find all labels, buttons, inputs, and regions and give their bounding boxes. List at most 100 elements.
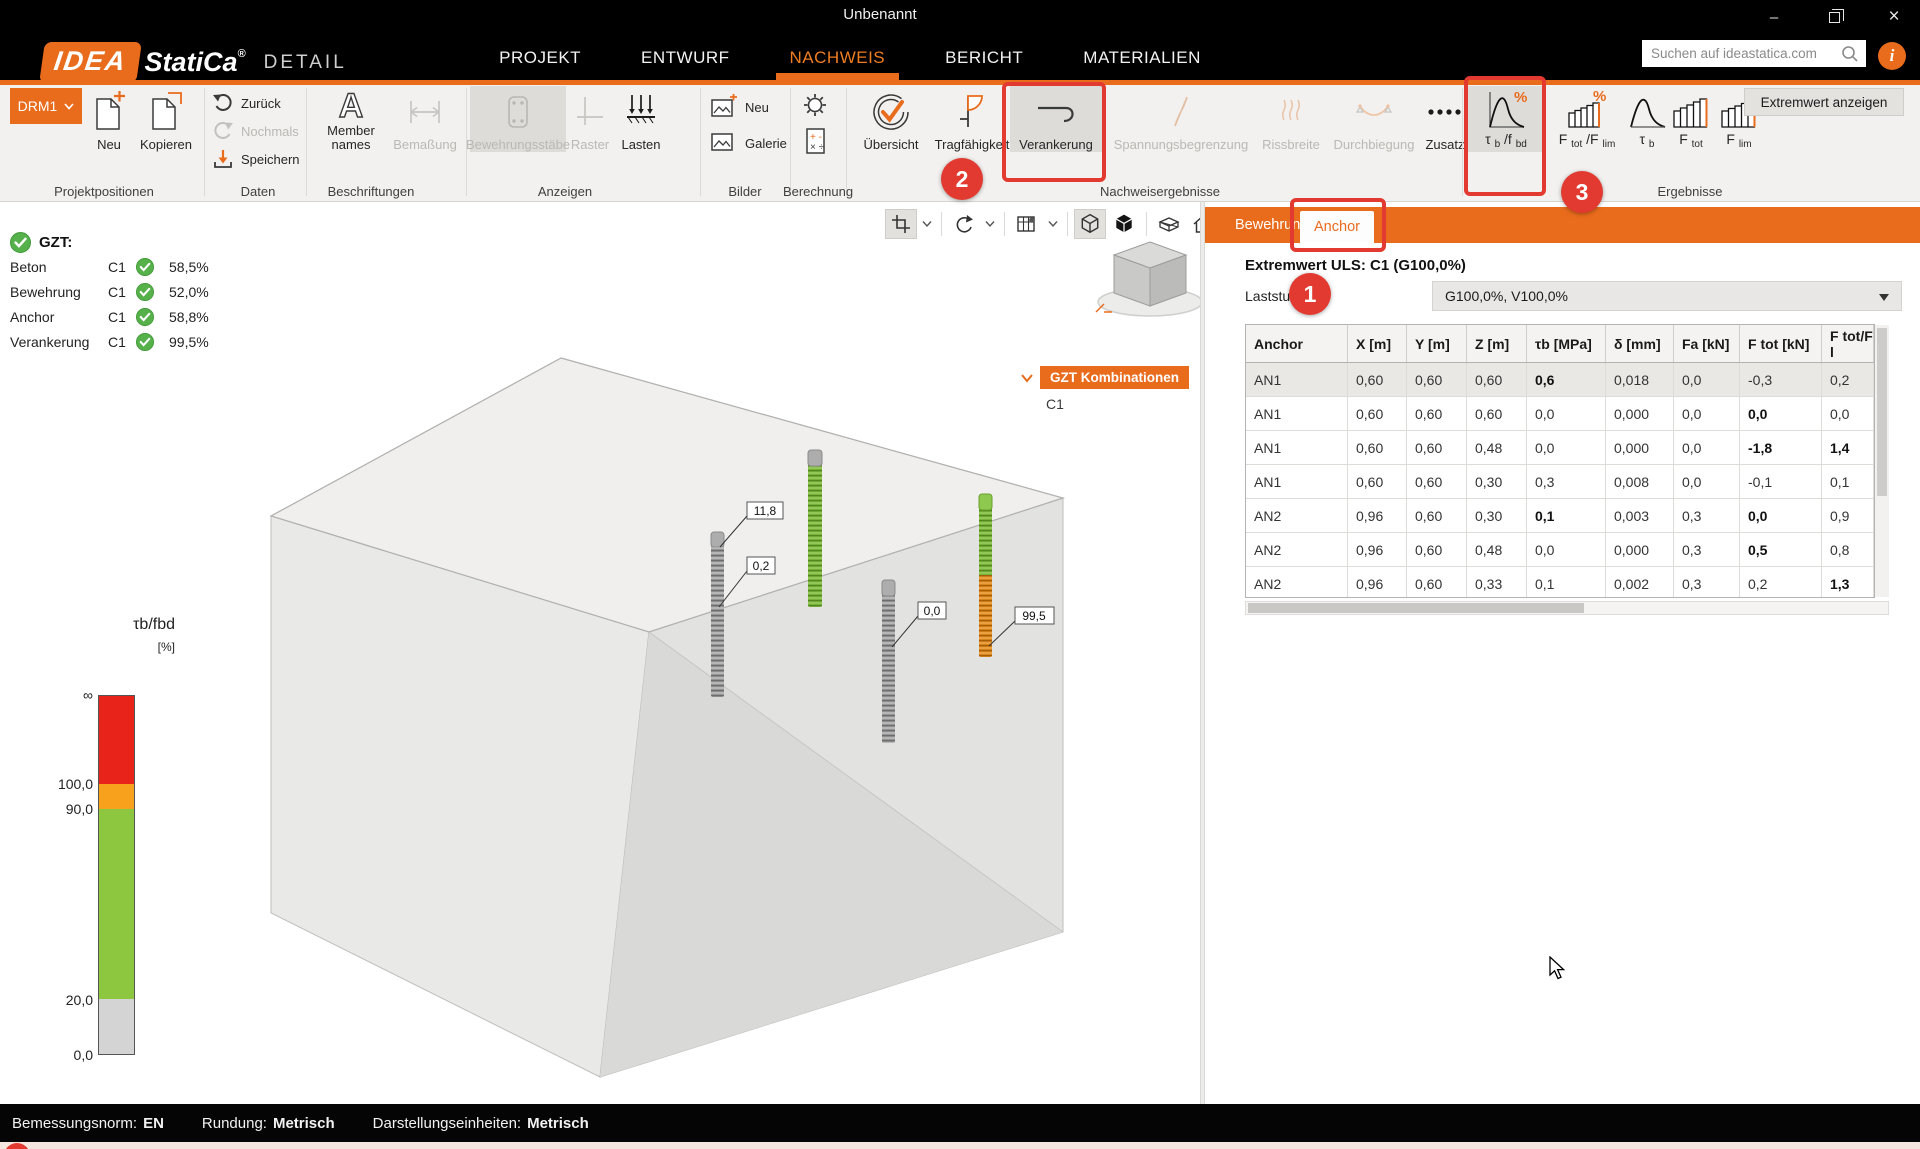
new-picture-button[interactable]: Neu: [710, 95, 769, 119]
search-icon[interactable]: [1840, 44, 1860, 64]
anchor-rod-4-upper: [979, 508, 992, 577]
save-icon: [212, 148, 234, 170]
table-horizontal-scrollbar[interactable]: [1245, 601, 1889, 615]
svg-text:× ÷: × ÷: [810, 142, 825, 153]
combination-group-badge[interactable]: GZT Kombinationen: [1040, 366, 1189, 389]
display-options-chevron[interactable]: [1045, 209, 1061, 239]
minimize-button[interactable]: –: [1752, 4, 1796, 30]
table-cell: 0,000: [1606, 397, 1674, 431]
column-header: F tot [kN]: [1740, 325, 1822, 362]
calculator-button[interactable]: + -× ÷: [800, 129, 830, 153]
result-ftot-flim-button[interactable]: % F tot /F lim: [1548, 86, 1626, 152]
show-extreme-button[interactable]: Extremwert anzeigen: [1744, 88, 1904, 116]
table-cell: 0,1: [1527, 567, 1606, 598]
new-project-item-button[interactable]: Neu: [84, 86, 134, 152]
table-row-7[interactable]: AN20,960,600,330,10,0020,30,21,3: [1246, 567, 1874, 598]
result-ftot-button[interactable]: F tot: [1668, 86, 1714, 152]
table-row-5[interactable]: AN20,960,600,300,10,0030,30,00,9: [1246, 499, 1874, 533]
loads-toggle[interactable]: Lasten: [614, 86, 668, 152]
table-cell: 0,60: [1407, 567, 1467, 598]
chevron-down-icon: [921, 220, 933, 228]
table-cell: 0,6: [1527, 363, 1606, 397]
table-cell: 0,60: [1407, 397, 1467, 431]
bottom-strip: [0, 1142, 1920, 1149]
gallery-button[interactable]: Galerie: [710, 131, 787, 155]
clipped-box-icon: [1157, 214, 1181, 234]
combination-item[interactable]: C1: [1046, 396, 1064, 412]
result-tb-button[interactable]: τ b: [1628, 86, 1666, 152]
table-cell: AN1: [1246, 397, 1348, 431]
table-row-3[interactable]: AN10,600,600,480,00,0000,0-1,81,4: [1246, 431, 1874, 465]
save-button[interactable]: Speichern: [212, 147, 300, 171]
overview-check-button[interactable]: Übersicht: [856, 86, 926, 152]
table-row-4[interactable]: AN10,600,600,300,30,0080,0-0,10,1: [1246, 465, 1874, 499]
gzt-row-anchor: AnchorC158,8%: [10, 304, 240, 329]
menu-tab-bericht[interactable]: BERICHT: [939, 36, 1029, 80]
crop-options-chevron[interactable]: [919, 209, 935, 239]
table-cell: 0,0: [1527, 397, 1606, 431]
rotate-options-chevron[interactable]: [982, 209, 998, 239]
undo-button[interactable]: Zurück: [212, 91, 281, 115]
member-names-button[interactable]: A Member names: [318, 86, 384, 152]
crop-view-button[interactable]: [885, 209, 917, 239]
grid-settings-icon: [1016, 214, 1038, 234]
menu-tab-materialien[interactable]: MATERIALIEN: [1077, 36, 1207, 80]
menu-tab-entwurf[interactable]: ENTWURF: [635, 36, 735, 80]
table-row-6[interactable]: AN20,960,600,480,00,0000,30,50,8: [1246, 533, 1874, 567]
anchor-rod-3: [882, 594, 895, 743]
table-cell: 1,4: [1822, 431, 1874, 465]
table-row-2[interactable]: AN10,600,600,600,00,0000,00,00,0: [1246, 397, 1874, 431]
deflection-icon: [1352, 86, 1396, 138]
table-vertical-scrollbar[interactable]: [1875, 325, 1889, 597]
restore-button[interactable]: [1812, 4, 1856, 30]
info-icon[interactable]: i: [1878, 42, 1906, 70]
display-settings-button[interactable]: [1011, 209, 1043, 239]
calculation-settings-button[interactable]: [800, 93, 830, 117]
load-step-dropdown[interactable]: G100,0%, V100,0%: [1432, 281, 1902, 311]
column-header: τb [MPa]: [1527, 325, 1606, 362]
search-box[interactable]: [1642, 40, 1866, 67]
table-row-1[interactable]: AN10,600,600,600,60,0180,0-0,30,2: [1246, 363, 1874, 397]
check-ok-icon: [136, 258, 169, 276]
ribbon-group-7: Nachweisergebnisse: [1060, 182, 1260, 200]
column-header: δ [mm]: [1606, 325, 1674, 362]
table-cell: AN2: [1246, 499, 1348, 533]
table-cell: AN1: [1246, 363, 1348, 397]
table-cell: 0,002: [1606, 567, 1674, 598]
annotation-circle-2: 2: [941, 158, 983, 200]
rotate-view-button[interactable]: [948, 209, 980, 239]
scale-segment-3: [99, 809, 134, 999]
chevron-down-icon[interactable]: [1020, 373, 1034, 385]
project-item-select[interactable]: DRM1: [10, 88, 82, 124]
menu-tab-projekt[interactable]: PROJEKT: [493, 36, 587, 80]
tb-label: τ b: [1640, 132, 1655, 152]
chevron-down-icon: [1047, 220, 1059, 228]
search-input[interactable]: [1642, 46, 1840, 61]
scale-tick: 90,0: [47, 801, 93, 817]
gzt-row-beton: BetonC158,5%: [10, 254, 240, 279]
ribbon-group-2: Daten: [208, 182, 308, 200]
main-menu: PROJEKTENTWURFNACHWEISBERICHTMATERIALIEN: [500, 36, 1200, 80]
viewport-toolbar: [885, 208, 1253, 240]
table-cell: 0,8: [1822, 533, 1874, 567]
dimension-arrow-icon: [405, 86, 445, 138]
hscroll-thumb[interactable]: [1248, 603, 1584, 613]
navigation-cube[interactable]: [1096, 242, 1200, 316]
section-view-button[interactable]: [1153, 209, 1185, 239]
table-cell: -1,8: [1740, 431, 1822, 465]
copy-project-item-button[interactable]: Kopieren: [134, 86, 198, 152]
menu-tab-nachweis[interactable]: NACHWEIS: [784, 36, 892, 80]
anchor-label: 99,5: [1022, 609, 1046, 623]
raster-icon: [573, 86, 607, 138]
annotation-circle-3: 3: [1561, 171, 1603, 213]
vscroll-thumb[interactable]: [1877, 328, 1887, 496]
anchor-label: 11,8: [754, 504, 777, 518]
table-cell: 0,1: [1527, 499, 1606, 533]
solid-view-button[interactable]: [1108, 209, 1140, 239]
redo-icon: [212, 121, 234, 141]
table-cell: 1,3: [1822, 567, 1874, 598]
anchor-rod-3-head: [882, 580, 895, 596]
close-button[interactable]: ×: [1872, 4, 1916, 30]
table-cell: 0,33: [1467, 567, 1527, 598]
wireframe-view-button[interactable]: [1074, 209, 1106, 239]
